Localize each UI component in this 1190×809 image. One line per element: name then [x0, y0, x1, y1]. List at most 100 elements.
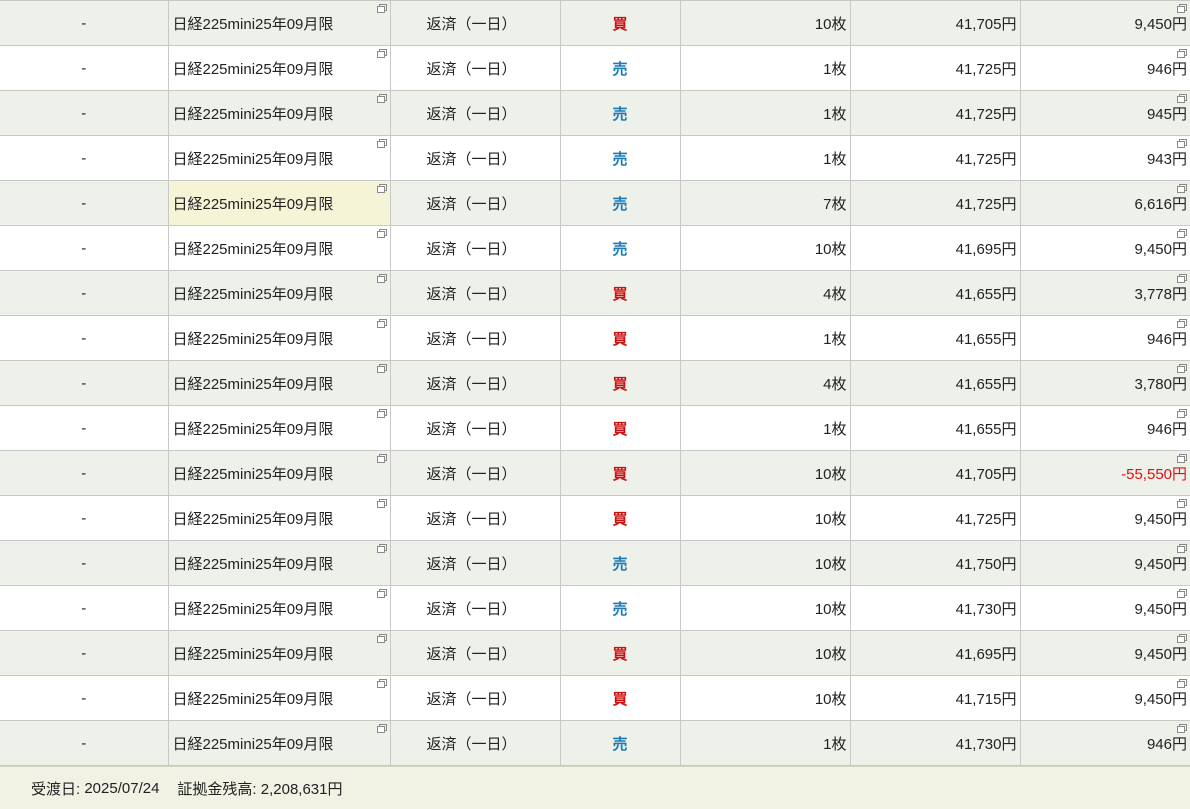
profit-loss-cell[interactable]: 9,450円	[1019, 495, 1190, 541]
popup-window-icon[interactable]	[1177, 49, 1187, 58]
popup-window-icon[interactable]	[376, 94, 387, 103]
popup-window-icon[interactable]	[376, 634, 387, 643]
profit-loss-cell[interactable]: -55,550円	[1019, 450, 1190, 496]
popup-window-icon[interactable]	[376, 724, 387, 733]
popup-window-icon[interactable]	[1177, 589, 1187, 598]
popup-window-icon[interactable]	[376, 274, 387, 283]
instrument-name[interactable]: 日経225mini25年09月限	[173, 331, 334, 348]
instrument-cell[interactable]: 日経225mini25年09月限	[167, 495, 391, 541]
profit-loss-cell[interactable]: 9,450円	[1019, 0, 1190, 46]
instrument-name[interactable]: 日経225mini25年09月限	[173, 196, 334, 213]
popup-window-icon[interactable]	[1177, 724, 1187, 733]
profit-loss-cell[interactable]: 9,450円	[1019, 540, 1190, 586]
instrument-cell[interactable]: 日経225mini25年09月限	[167, 675, 391, 721]
popup-window-icon[interactable]	[376, 589, 387, 598]
instrument-cell[interactable]: 日経225mini25年09月限	[167, 90, 391, 136]
instrument-cell[interactable]: 日経225mini25年09月限	[167, 315, 391, 361]
popup-window-icon[interactable]	[376, 319, 387, 328]
popup-window-icon[interactable]	[1177, 634, 1187, 643]
instrument-cell[interactable]: 日経225mini25年09月限	[167, 180, 391, 226]
order-no-text: -	[81, 329, 87, 347]
instrument-name[interactable]: 日経225mini25年09月限	[173, 466, 334, 483]
profit-loss-text: 946円	[1146, 420, 1187, 438]
popup-window-icon[interactable]	[1177, 139, 1187, 148]
order-no-cell: -	[0, 180, 169, 226]
popup-window-icon[interactable]	[1177, 184, 1187, 193]
popup-window-icon[interactable]	[1177, 679, 1187, 688]
popup-window-icon[interactable]	[376, 229, 387, 238]
popup-window-icon[interactable]	[376, 364, 387, 373]
popup-window-icon[interactable]	[1177, 499, 1187, 508]
popup-window-icon[interactable]	[1177, 544, 1187, 553]
profit-loss-cell[interactable]: 9,450円	[1019, 675, 1190, 721]
instrument-name[interactable]: 日経225mini25年09月限	[173, 511, 334, 528]
side-text: 売	[612, 600, 628, 618]
side-cell: 売	[559, 45, 681, 91]
instrument-cell[interactable]: 日経225mini25年09月限	[167, 225, 391, 271]
popup-window-icon[interactable]	[376, 139, 387, 148]
popup-window-icon[interactable]	[1177, 319, 1187, 328]
popup-window-icon[interactable]	[376, 499, 387, 508]
profit-loss-cell[interactable]: 6,616円	[1019, 180, 1190, 226]
profit-loss-cell[interactable]: 946円	[1019, 405, 1190, 451]
instrument-cell[interactable]: 日経225mini25年09月限	[167, 450, 391, 496]
popup-window-icon[interactable]	[1177, 4, 1187, 13]
popup-window-icon[interactable]	[376, 679, 387, 688]
profit-loss-cell[interactable]: 946円	[1019, 720, 1190, 766]
instrument-name[interactable]: 日経225mini25年09月限	[173, 241, 334, 258]
instrument-name[interactable]: 日経225mini25年09月限	[173, 691, 334, 708]
profit-loss-cell[interactable]: 9,450円	[1019, 585, 1190, 631]
trade-type-text: 返済（一日）	[426, 690, 517, 708]
order-no-cell: -	[0, 630, 169, 676]
popup-window-icon[interactable]	[1177, 454, 1187, 463]
profit-loss-cell[interactable]: 943円	[1019, 135, 1190, 181]
popup-window-icon[interactable]	[1177, 229, 1187, 238]
instrument-name[interactable]: 日経225mini25年09月限	[173, 556, 334, 573]
side-cell: 買	[559, 360, 681, 406]
instrument-cell[interactable]: 日経225mini25年09月限	[167, 630, 391, 676]
instrument-cell[interactable]: 日経225mini25年09月限	[167, 45, 391, 91]
profit-loss-cell[interactable]: 946円	[1019, 315, 1190, 361]
profit-loss-cell[interactable]: 3,778円	[1019, 270, 1190, 316]
quantity-text: 10枚	[814, 690, 847, 708]
instrument-cell[interactable]: 日経225mini25年09月限	[167, 585, 391, 631]
quantity-cell: 7枚	[679, 180, 851, 226]
profit-loss-cell[interactable]: 945円	[1019, 90, 1190, 136]
instrument-name[interactable]: 日経225mini25年09月限	[173, 16, 334, 33]
popup-window-icon[interactable]	[376, 454, 387, 463]
profit-loss-cell[interactable]: 9,450円	[1019, 630, 1190, 676]
quantity-text: 1枚	[823, 420, 847, 438]
popup-window-icon[interactable]	[376, 49, 387, 58]
popup-window-icon[interactable]	[1177, 274, 1187, 283]
instrument-cell[interactable]: 日経225mini25年09月限	[167, 720, 391, 766]
instrument-name[interactable]: 日経225mini25年09月限	[173, 106, 334, 123]
instrument-cell[interactable]: 日経225mini25年09月限	[167, 405, 391, 451]
quantity-cell: 10枚	[679, 0, 851, 46]
popup-window-icon[interactable]	[376, 4, 387, 13]
instrument-name[interactable]: 日経225mini25年09月限	[173, 61, 334, 78]
instrument-cell[interactable]: 日経225mini25年09月限	[167, 360, 391, 406]
instrument-cell[interactable]: 日経225mini25年09月限	[167, 0, 391, 46]
popup-window-icon[interactable]	[1177, 364, 1187, 373]
instrument-cell[interactable]: 日経225mini25年09月限	[167, 270, 391, 316]
quantity-text: 1枚	[823, 60, 847, 78]
trade-type-cell: 返済（一日）	[389, 225, 561, 271]
instrument-name[interactable]: 日経225mini25年09月限	[173, 376, 334, 393]
instrument-name[interactable]: 日経225mini25年09月限	[173, 646, 334, 663]
profit-loss-cell[interactable]: 3,780円	[1019, 360, 1190, 406]
instrument-name[interactable]: 日経225mini25年09月限	[173, 601, 334, 618]
profit-loss-cell[interactable]: 9,450円	[1019, 225, 1190, 271]
instrument-cell[interactable]: 日経225mini25年09月限	[167, 540, 391, 586]
popup-window-icon[interactable]	[376, 544, 387, 553]
instrument-name[interactable]: 日経225mini25年09月限	[173, 151, 334, 168]
popup-window-icon[interactable]	[376, 409, 387, 418]
popup-window-icon[interactable]	[376, 184, 387, 193]
instrument-name[interactable]: 日経225mini25年09月限	[173, 286, 334, 303]
instrument-name[interactable]: 日経225mini25年09月限	[173, 421, 334, 438]
instrument-name[interactable]: 日経225mini25年09月限	[173, 736, 334, 753]
popup-window-icon[interactable]	[1177, 409, 1187, 418]
profit-loss-cell[interactable]: 946円	[1019, 45, 1190, 91]
order-no-text: -	[81, 284, 87, 302]
popup-window-icon[interactable]	[1177, 94, 1187, 103]
instrument-cell[interactable]: 日経225mini25年09月限	[167, 135, 391, 181]
